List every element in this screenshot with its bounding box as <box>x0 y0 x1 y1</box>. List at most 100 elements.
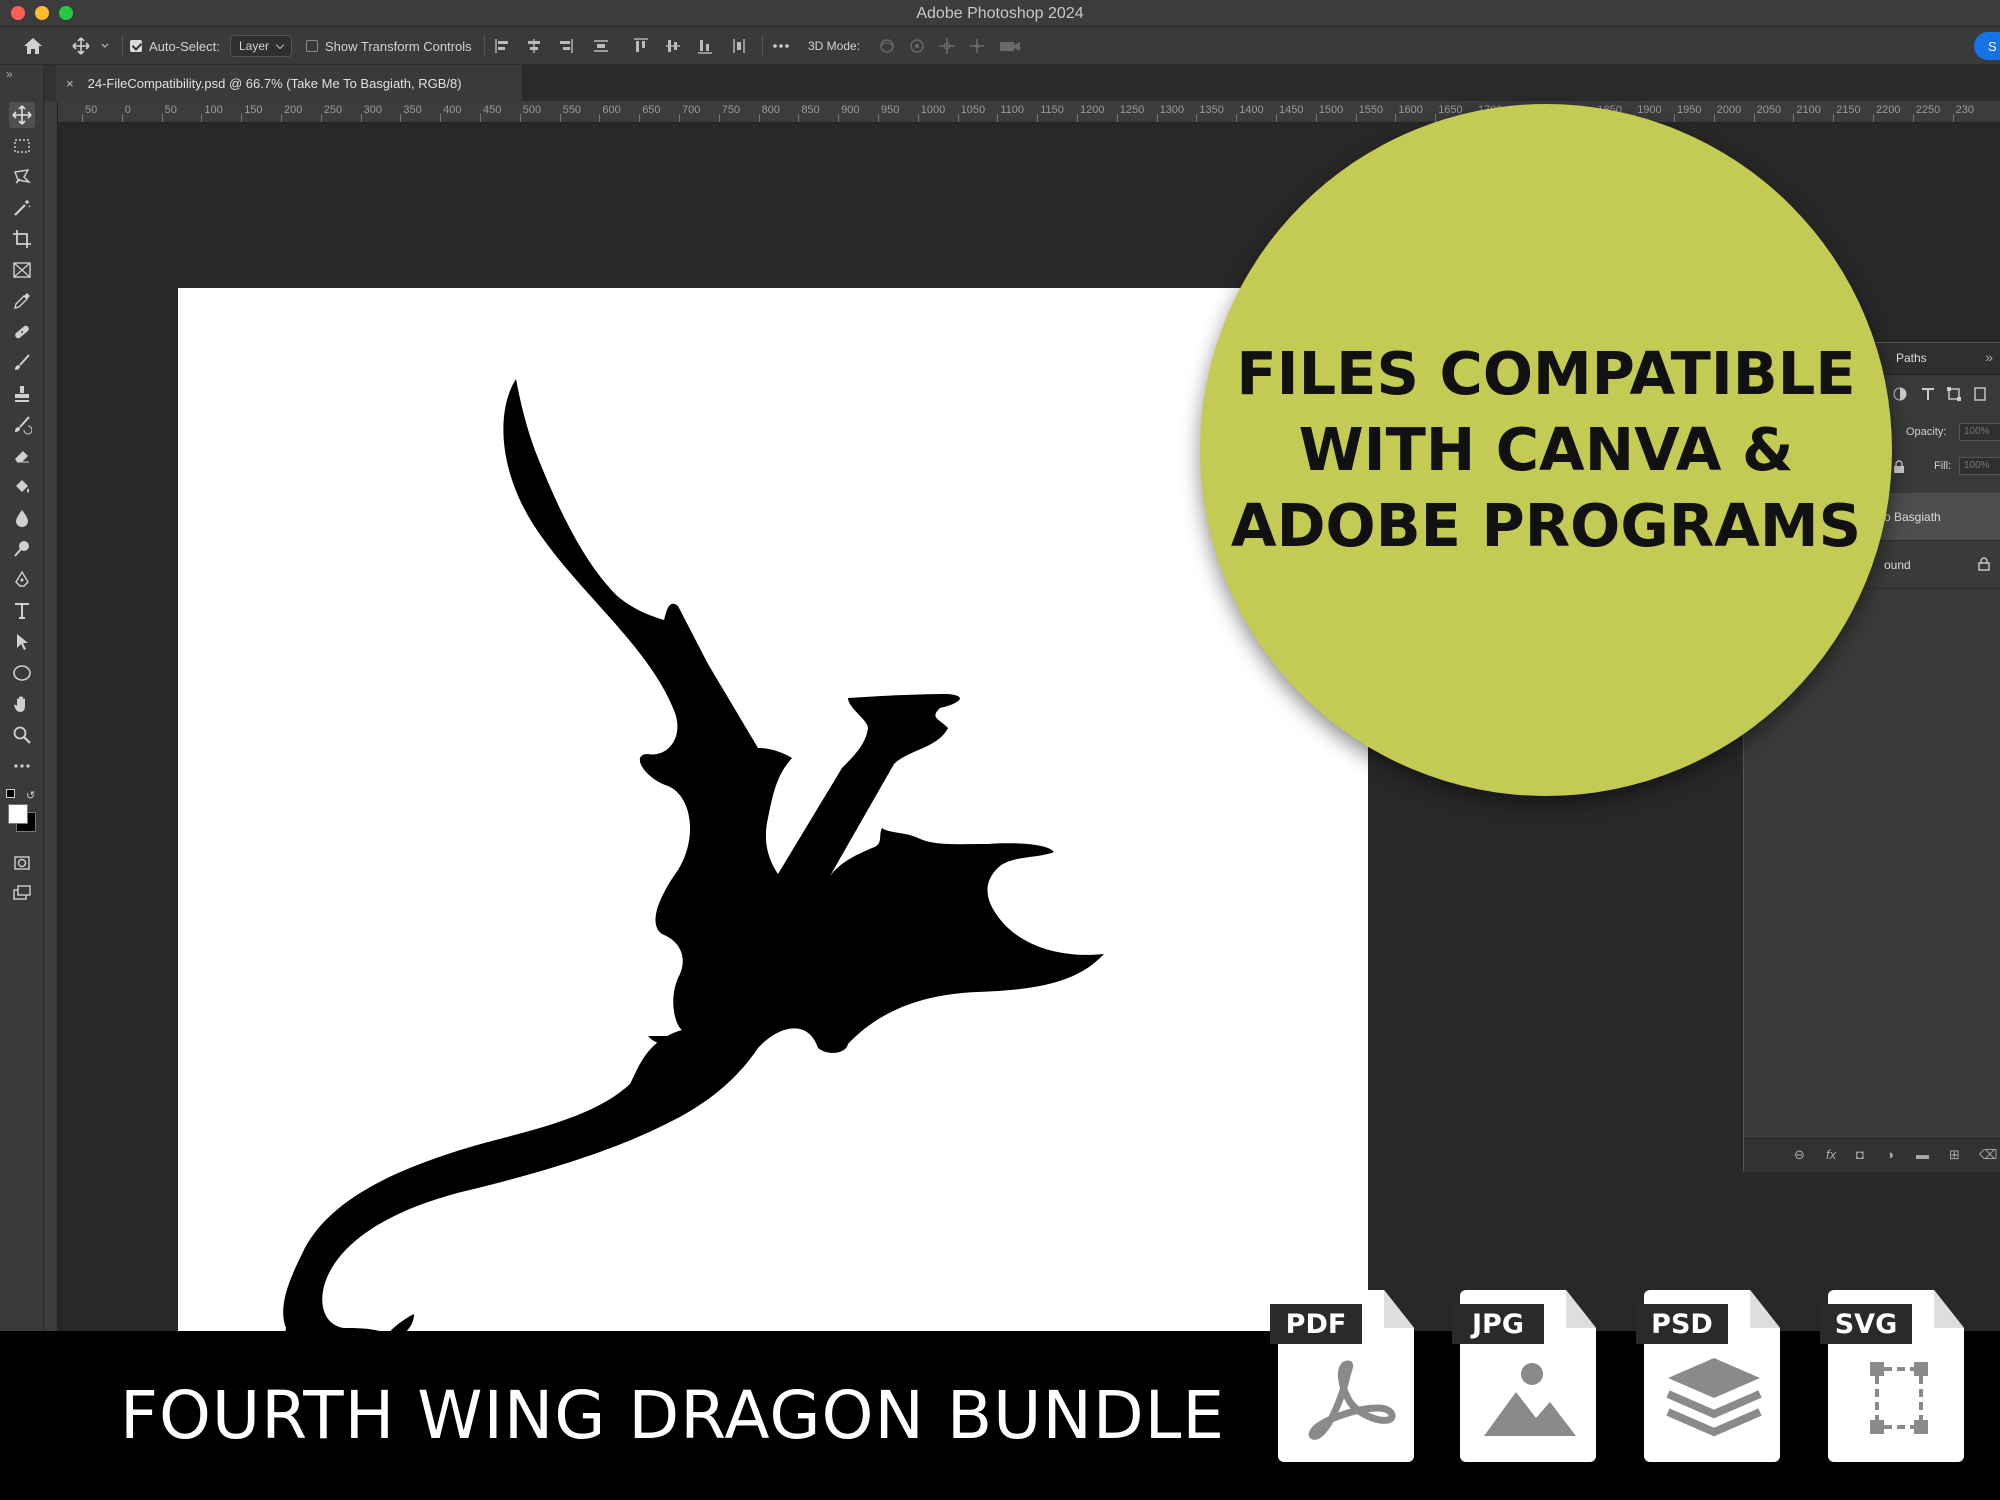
fill-input[interactable]: 100% <box>1959 457 2000 475</box>
ruler-tick <box>1793 114 1795 122</box>
ruler-label: 1200 <box>1080 104 1105 116</box>
ellipse-tool[interactable] <box>9 660 35 686</box>
frame-tool[interactable] <box>9 257 35 283</box>
lock-all-icon[interactable] <box>1892 460 1906 474</box>
tab-paths[interactable]: Paths <box>1896 351 1927 365</box>
blur-tool[interactable] <box>9 505 35 531</box>
ruler-label: 1150 <box>1040 104 1064 116</box>
type-filter-icon[interactable] <box>1920 386 1936 402</box>
magic-wand-tool[interactable] <box>9 195 35 221</box>
auto-select-checkbox[interactable] <box>130 40 142 52</box>
marquee-tool[interactable] <box>9 133 35 159</box>
adjustment-filter-icon[interactable] <box>1892 386 1908 402</box>
ruler-tick <box>1395 114 1397 122</box>
chevron-down-icon[interactable] <box>100 37 110 55</box>
ruler-label: 2000 <box>1716 104 1742 116</box>
quick-mask[interactable] <box>9 850 35 876</box>
ruler-tick <box>1037 114 1039 122</box>
align-center-icon[interactable] <box>525 37 543 55</box>
home-icon[interactable] <box>22 36 44 56</box>
eyedropper-tool[interactable] <box>9 288 35 314</box>
ruler-label: 100 <box>204 104 223 116</box>
fx-icon[interactable]: fx <box>1826 1147 1836 1162</box>
options-bar: Auto-Select: Layer Show Transform Contro… <box>0 27 2000 65</box>
history-brush-tool[interactable] <box>9 412 35 438</box>
opacity-input[interactable]: 100% <box>1959 423 2000 441</box>
collapse-panel-icon[interactable]: » <box>6 67 13 81</box>
crop-tool[interactable] <box>9 226 35 252</box>
zoom-tool[interactable] <box>9 722 35 748</box>
close-tab-icon[interactable]: × <box>66 76 74 91</box>
ruler-label: 2100 <box>1796 104 1821 116</box>
ruler-tick <box>1276 114 1277 122</box>
document-tab[interactable]: × 24-FileCompatibility.psd @ 66.7% (Take… <box>56 65 522 101</box>
ruler-tick <box>1196 114 1198 122</box>
3d-camera-icon <box>1000 42 1020 51</box>
new-layer-icon[interactable]: ⊞ <box>1949 1147 1960 1163</box>
show-transform-option[interactable]: Show Transform Controls <box>306 35 472 57</box>
eraser-tool[interactable] <box>9 443 35 469</box>
smart-object-filter-icon[interactable] <box>1972 386 1988 402</box>
auto-select-target[interactable]: Layer <box>230 35 293 57</box>
paint-bucket-tool[interactable] <box>9 474 35 500</box>
swap-colors-icon[interactable]: ↺ <box>26 789 35 802</box>
align-bottom-icon[interactable] <box>696 37 714 55</box>
type-tool[interactable] <box>9 598 35 624</box>
align-right-icon[interactable] <box>556 37 574 55</box>
pen-tool[interactable] <box>9 567 35 593</box>
dodge-tool[interactable] <box>9 536 35 562</box>
clone-stamp-tool[interactable] <box>9 381 35 407</box>
trash-icon[interactable]: ⌫ <box>1979 1147 1997 1163</box>
ruler-label: 950 <box>881 104 900 116</box>
path-selection-tool[interactable] <box>9 629 35 655</box>
distribute-vertical-icon[interactable] <box>730 37 748 55</box>
ruler-label: 550 <box>562 104 581 116</box>
document-tab-bar: × 24-FileCompatibility.psd @ 66.7% (Take… <box>56 65 2000 101</box>
lasso-tool[interactable] <box>9 164 35 190</box>
distribute-icon[interactable] <box>592 37 610 55</box>
hand-icon <box>14 696 25 712</box>
show-transform-checkbox[interactable] <box>306 40 318 52</box>
ellipsis-icon <box>14 764 30 768</box>
ruler-tick <box>320 114 322 122</box>
ruler-label: 750 <box>721 104 741 116</box>
align-left-icon[interactable] <box>494 37 512 55</box>
dragon-silhouette <box>283 379 1104 1373</box>
brush-tool[interactable] <box>9 350 35 376</box>
hand-tool[interactable] <box>9 691 35 717</box>
panel-collapse-icon[interactable]: » <box>1985 349 1993 365</box>
paint-bucket-icon <box>16 480 29 493</box>
auto-select-option[interactable]: Auto-Select: <box>130 35 220 57</box>
adjustment-icon[interactable]: ◑ <box>1886 1147 1894 1162</box>
badge-text: FILES COMPATIBLE WITH CANVA & ADOBE PROG… <box>1231 336 1861 564</box>
ruler-tick <box>480 114 481 122</box>
foreground-color-swatch[interactable] <box>8 804 28 824</box>
more-options-icon[interactable] <box>772 37 790 55</box>
link-icon[interactable]: ⊖ <box>1794 1147 1805 1163</box>
ruler-label: 2200 <box>1876 104 1901 116</box>
align-top-icon[interactable] <box>632 37 650 55</box>
color-swatches[interactable]: ↺ <box>6 789 38 833</box>
document-canvas[interactable] <box>178 288 1368 1458</box>
move-tool[interactable] <box>9 102 35 128</box>
ruler-tick <box>957 114 959 122</box>
default-colors-icon[interactable] <box>6 789 15 798</box>
file-type-label: SVG <box>1820 1304 1912 1344</box>
ruler-tick <box>400 114 402 122</box>
bundle-title: FOURTH WING DRAGON BUNDLE <box>120 1377 1226 1454</box>
shape-filter-icon[interactable] <box>1946 386 1962 402</box>
move-tool-icon[interactable] <box>72 37 90 55</box>
more-tools[interactable] <box>9 753 35 779</box>
layer-name: o Basgiath <box>1884 509 1941 524</box>
screen-mode[interactable] <box>9 880 35 906</box>
ruler-label: 400 <box>443 104 462 116</box>
healing-brush-tool[interactable] <box>9 319 35 345</box>
share-button[interactable]: S <box>1974 32 2000 60</box>
crop-icon <box>13 230 31 248</box>
folder-icon[interactable]: ▬ <box>1916 1147 1929 1162</box>
align-middle-icon[interactable] <box>664 37 682 55</box>
layers-panel-footer: ⊖ fx ◘ ◑ ▬ ⊞ ⌫ <box>1744 1138 2000 1172</box>
ruler-tick <box>281 114 282 122</box>
mask-icon[interactable]: ◘ <box>1856 1147 1864 1162</box>
auto-select-target-dropdown[interactable]: Layer <box>230 35 293 57</box>
